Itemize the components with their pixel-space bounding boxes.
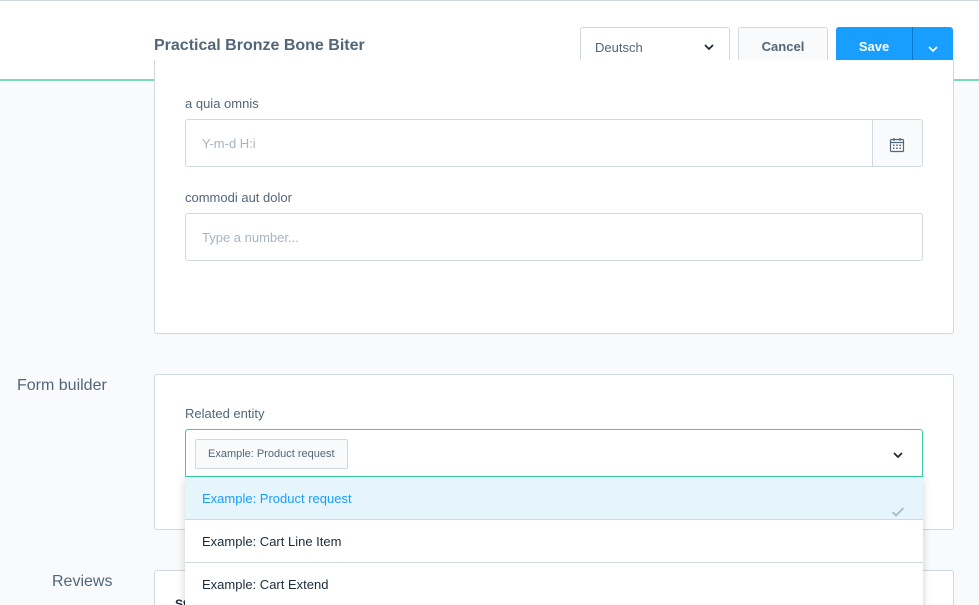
selected-entity-chip[interactable]: Example: Product request: [195, 439, 348, 469]
calendar-button[interactable]: [872, 119, 923, 167]
date-input-placeholder: Y-m-d H:i: [202, 135, 256, 151]
calendar-icon: [889, 138, 905, 153]
related-entity-select[interactable]: Example: Product request: [185, 429, 923, 477]
language-select-value: Deutsch: [595, 40, 643, 55]
dropdown-option-label: Example: Cart Line Item: [202, 534, 342, 549]
chevron-down-icon[interactable]: [892, 448, 904, 466]
related-entity-dropdown: Example: Product request Example: Cart L…: [185, 477, 923, 605]
chevron-down-icon: [703, 41, 715, 56]
date-field-label: a quia omnis: [185, 96, 259, 111]
number-field-label: commodi aut dolor: [185, 190, 292, 205]
number-input-placeholder: Type a number...: [202, 229, 299, 245]
reviews-section-label: Reviews: [52, 573, 113, 590]
dropdown-option-label: Example: Cart Extend: [202, 577, 329, 592]
dropdown-option[interactable]: Example: Cart Extend: [185, 563, 923, 605]
dropdown-option-label: Example: Product request: [202, 491, 352, 506]
related-entity-label: Related entity: [185, 406, 265, 421]
form-builder-section-label: Form builder: [17, 377, 107, 394]
date-input[interactable]: Y-m-d H:i: [185, 119, 873, 167]
number-input[interactable]: Type a number...: [185, 213, 923, 261]
dropdown-option[interactable]: Example: Product request: [185, 477, 923, 520]
dropdown-option[interactable]: Example: Cart Line Item: [185, 520, 923, 563]
chevron-down-icon: [928, 46, 938, 53]
page-title: Practical Bronze Bone Biter: [154, 37, 365, 54]
